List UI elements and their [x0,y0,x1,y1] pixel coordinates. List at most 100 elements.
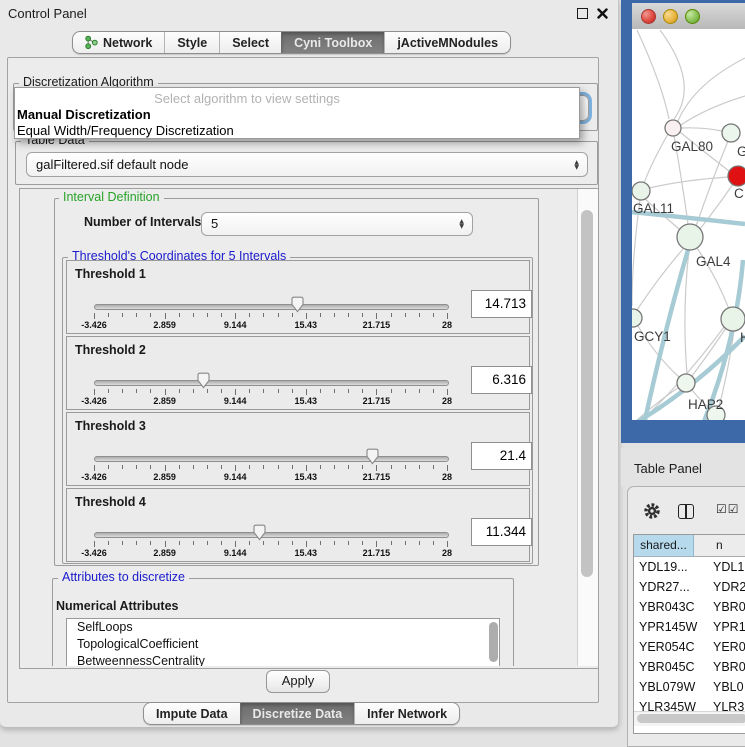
network-edge[interactable] [678,58,745,121]
slider-tick [433,541,434,545]
float-panel-button[interactable] [576,7,589,20]
traffic-light-close-icon[interactable] [641,9,656,24]
slider-tick-label: 21.715 [354,548,398,558]
algorithm-option-manual-discretization[interactable]: Manual Discretization [15,107,579,123]
num-intervals-combobox[interactable]: 5 ▲▼ [201,212,473,236]
slider-thumb[interactable] [290,296,305,316]
bottom-tab-infer-network[interactable]: Infer Network [354,703,459,724]
cell-shared-name[interactable]: YPR145W [634,617,708,637]
cell-shared-name[interactable]: YDR27... [634,577,708,597]
cell-shared-name[interactable]: YER054C [634,637,708,657]
attribute-item-betweennesscentrality[interactable]: BetweennessCentrality [67,653,499,666]
network-edge[interactable] [632,388,678,420]
network-edge[interactable] [644,134,668,183]
close-panel-button[interactable] [596,7,609,20]
network-edge[interactable] [685,250,689,374]
cell-name[interactable]: YBL0 [708,677,744,697]
traffic-light-minimize-icon[interactable] [663,9,678,24]
table-row[interactable]: YBL079WYBL0 [634,677,745,697]
network-node[interactable] [632,182,650,200]
cell-shared-name[interactable]: YBR045C [634,657,708,677]
algorithm-option-list: Manual DiscretizationEqual Width/Frequen… [15,107,579,139]
network-node[interactable] [677,224,703,250]
slider-tick [419,389,420,393]
slider-tick [348,465,349,469]
tab-network[interactable]: Network [73,32,164,53]
table-row[interactable]: YER054CYER0 [634,637,745,657]
threshold-slider-track[interactable] [94,304,449,310]
threshold-slider-track[interactable] [94,532,449,538]
tab-select[interactable]: Select [219,32,281,53]
table-data-combobox[interactable]: galFiltered.sif default node ▲▼ [26,152,588,177]
slider-tick [122,313,123,317]
tab-network-label: Network [103,36,152,50]
network-edge[interactable] [649,177,728,188]
table-row[interactable]: YDR27...YDR2 [634,577,745,597]
slider-thumb[interactable] [252,524,267,544]
bottom-tab-discretize-data[interactable]: Discretize Data [240,703,355,724]
cell-name[interactable]: YER0 [708,637,745,657]
slider-tick [391,465,392,469]
tab-jactivemnodules[interactable]: jActiveMNodules [384,32,510,53]
table-hscrollbar[interactable] [634,711,745,726]
cell-shared-name[interactable]: YBR043C [634,597,708,617]
settings-scrollbar[interactable] [577,189,598,666]
threshold-slider-track[interactable] [94,380,449,386]
threshold-slider-track[interactable] [94,456,449,462]
network-edge[interactable] [637,30,669,119]
attributes-scrollbar-thumb[interactable] [489,622,498,662]
network-canvas[interactable]: GAL80GACGAL11GAL4GCY1HHAP2 [632,29,745,420]
cell-name[interactable]: YBR0 [708,597,745,617]
attribute-item-topologicalcoefficient[interactable]: TopologicalCoefficient [67,636,499,653]
threshold-value-field-1[interactable]: 14.713 [471,290,532,318]
table-row[interactable]: YBR043CYBR0 [634,597,745,617]
algorithm-option-equal-width-frequency-discretization[interactable]: Equal Width/Frequency Discretization [15,123,579,139]
cell-shared-name[interactable]: YDL19... [634,557,708,577]
threshold-value-field-4[interactable]: 11.344 [471,518,532,546]
threshold-value-field-2[interactable]: 6.316 [471,366,532,394]
bottom-tab-impute-data[interactable]: Impute Data [144,703,240,724]
close-icon [597,8,608,19]
network-node[interactable] [728,166,745,186]
tab-style[interactable]: Style [164,32,219,53]
network-edge[interactable] [681,128,722,131]
cell-name[interactable]: YBR0 [708,657,745,677]
table-row[interactable]: YBR045CYBR0 [634,657,745,677]
cell-shared-name[interactable]: YBL079W [634,677,708,697]
tab-cyni-toolbox[interactable]: Cyni Toolbox [281,32,384,53]
slider-thumb[interactable] [196,372,211,392]
network-node[interactable] [632,309,642,327]
slider-tick-label: 15.43 [284,548,328,558]
table-data-value: galFiltered.sif default node [36,157,188,172]
threshold-value-field-3[interactable]: 21.4 [471,442,532,470]
table-column-header-1[interactable]: n [694,535,745,557]
slider-tick [320,313,321,317]
cell-name[interactable]: YPR1 [708,617,745,637]
table-row[interactable]: YLR345WYLR3 [634,697,745,711]
threshold-label-3: Threshold 3 [75,419,146,433]
slider-tick [165,465,166,471]
table-row[interactable]: YDL19...YDL1 [634,557,745,577]
checkbox-icons[interactable]: ☑☑ [716,502,740,516]
table-row[interactable]: YPR145WYPR1 [634,617,745,637]
apply-button[interactable]: Apply [266,670,330,693]
cell-name[interactable]: YDL1 [708,557,744,577]
cell-name[interactable]: YDR2 [708,577,745,597]
traffic-light-zoom-icon[interactable] [685,9,700,24]
slider-thumb[interactable] [365,448,380,468]
slider-tick-label: 2.859 [143,548,187,558]
network-node[interactable] [665,120,681,136]
network-node[interactable] [722,124,740,142]
settings-scrollbar-thumb[interactable] [581,210,593,577]
split-view-icon[interactable] [678,504,694,519]
table-hscrollbar-thumb[interactable] [637,714,745,723]
cell-name[interactable]: YLR3 [708,697,744,711]
slider-tick [334,389,335,393]
table-column-header-0[interactable]: shared... [634,535,694,557]
network-node[interactable] [721,307,745,331]
network-edge[interactable] [660,30,684,119]
network-node[interactable] [677,374,695,392]
cell-shared-name[interactable]: YLR345W [634,697,708,711]
attribute-item-selfloops[interactable]: SelfLoops [67,619,499,636]
gear-icon[interactable] [643,502,661,520]
